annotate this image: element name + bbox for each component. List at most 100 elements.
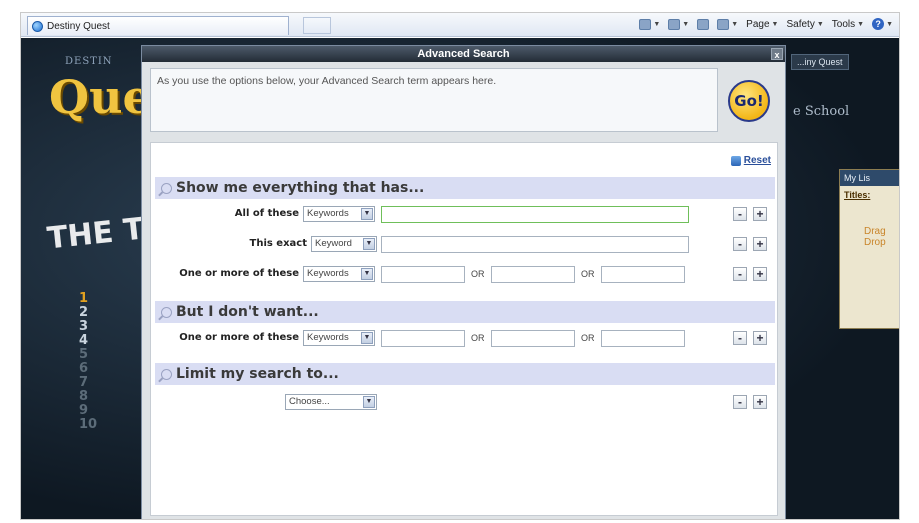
- search-icon: [161, 306, 172, 318]
- section-dont-want: But I don't want...: [155, 301, 775, 323]
- or-label: OR: [581, 333, 595, 343]
- bg-rank[interactable]: 8: [79, 390, 97, 404]
- row-limit: Choose... ▼ - +: [155, 393, 775, 413]
- bg-rank[interactable]: 5: [79, 348, 97, 362]
- bg-drag-drop-hint: Drag Drop: [864, 226, 886, 248]
- exclude-one-or-more-label: One or more of these: [179, 332, 299, 343]
- bg-rank[interactable]: 3: [79, 320, 97, 334]
- remove-row-button[interactable]: -: [733, 331, 747, 345]
- or-label: OR: [471, 333, 485, 343]
- section-limit: Limit my search to...: [155, 363, 775, 385]
- search-icon: [161, 182, 172, 194]
- browser-tab-title: Destiny Quest: [47, 20, 110, 32]
- command-bar: ▼ ▼ ▼ Page ▼ Safety ▼ Tools ▼ ? ▼: [639, 18, 893, 30]
- remove-row-button[interactable]: -: [733, 237, 747, 251]
- section-has-title: Show me everything that has...: [176, 180, 425, 196]
- row-all-of-these: All of these Keywords ▼ - +: [155, 205, 775, 225]
- add-row-button[interactable]: +: [753, 331, 767, 345]
- exclude-input-2[interactable]: [491, 330, 575, 347]
- bg-rank[interactable]: 6: [79, 362, 97, 376]
- add-row-button[interactable]: +: [753, 267, 767, 281]
- remove-row-button[interactable]: -: [733, 267, 747, 281]
- all-of-these-type-select[interactable]: Keywords ▼: [303, 206, 375, 222]
- print-icon: [717, 18, 730, 30]
- page-menu[interactable]: Page ▼: [746, 19, 778, 30]
- reset-label: Reset: [743, 155, 771, 166]
- bg-rank[interactable]: 10: [79, 418, 97, 432]
- dialog-title: Advanced Search: [417, 48, 510, 60]
- one-or-more-input-3[interactable]: [601, 266, 685, 283]
- bg-rank[interactable]: 7: [79, 376, 97, 390]
- exclude-type-select[interactable]: Keywords ▼: [303, 330, 375, 346]
- close-button[interactable]: x: [771, 48, 783, 60]
- limit-choose-select[interactable]: Choose... ▼: [285, 394, 377, 410]
- exclude-input-3[interactable]: [601, 330, 685, 347]
- add-row-button[interactable]: +: [753, 395, 767, 409]
- add-row-button[interactable]: +: [753, 237, 767, 251]
- home-icon: [639, 18, 652, 30]
- chevron-down-icon: ▼: [361, 208, 373, 220]
- chevron-down-icon: ▼: [363, 396, 375, 408]
- or-label: OR: [581, 269, 595, 279]
- search-options-panel: Reset Show me everything that has... All…: [150, 142, 778, 516]
- bg-my-list-panel: My Lis Titles: Drag Drop: [839, 169, 899, 329]
- one-or-more-input-1[interactable]: [381, 266, 465, 283]
- section-has: Show me everything that has...: [155, 177, 775, 199]
- row-this-exact: This exact Keyword ▼ - +: [155, 235, 775, 255]
- print-button[interactable]: ▼: [717, 18, 738, 30]
- ie-icon: [32, 20, 43, 32]
- advanced-search-dialog: Advanced Search x As you use the options…: [141, 45, 786, 519]
- bg-quest-tab[interactable]: ...iny Quest: [791, 54, 849, 70]
- help-menu[interactable]: ? ▼: [872, 18, 893, 30]
- browser-tab[interactable]: Destiny Quest: [27, 16, 289, 35]
- bg-brand-large: Que: [49, 70, 152, 124]
- mail-icon: [697, 18, 710, 30]
- all-of-these-input[interactable]: [381, 206, 689, 223]
- or-label: OR: [471, 269, 485, 279]
- tools-menu[interactable]: Tools ▼: [832, 19, 864, 30]
- chevron-down-icon: ▼: [361, 268, 373, 280]
- bg-rank-list: 1 2 3 4 5 6 7 8 9 10: [79, 292, 97, 432]
- reset-icon: [730, 155, 741, 166]
- feeds-icon: [668, 18, 681, 30]
- bg-my-list-header: My Lis: [840, 170, 899, 186]
- section-limit-title: Limit my search to...: [176, 366, 339, 382]
- one-or-more-label: One or more of these: [179, 268, 299, 279]
- mail-button[interactable]: [697, 18, 710, 30]
- bg-right-tabs: ...iny Quest: [791, 54, 849, 70]
- add-row-button[interactable]: +: [753, 207, 767, 221]
- chevron-down-icon: ▼: [361, 332, 373, 344]
- bg-school-name: e School: [793, 104, 850, 119]
- home-button[interactable]: ▼: [639, 18, 660, 30]
- bg-rank[interactable]: 4: [79, 334, 97, 348]
- one-or-more-input-2[interactable]: [491, 266, 575, 283]
- dialog-title-bar: Advanced Search x: [142, 46, 785, 62]
- search-icon: [161, 368, 172, 380]
- safety-menu[interactable]: Safety ▼: [786, 19, 823, 30]
- bg-rank[interactable]: 1: [79, 292, 97, 306]
- bg-brand-small: DESTIN: [65, 56, 113, 67]
- all-of-these-label: All of these: [234, 208, 299, 219]
- remove-row-button[interactable]: -: [733, 395, 747, 409]
- browser-toolbar: Destiny Quest ▼ ▼ ▼ Page ▼ Safety ▼ Tools ▼…: [21, 13, 899, 37]
- new-tab-button[interactable]: [303, 17, 331, 34]
- this-exact-label: This exact: [249, 238, 308, 249]
- section-dont-want-title: But I don't want...: [176, 304, 319, 320]
- chevron-down-icon: ▼: [363, 238, 375, 250]
- one-or-more-type-select[interactable]: Keywords ▼: [303, 266, 375, 282]
- bg-rank[interactable]: 2: [79, 306, 97, 320]
- this-exact-input[interactable]: [381, 236, 689, 253]
- screenshot-frame: Destiny Quest ▼ ▼ ▼ Page ▼ Safety ▼ Tools ▼…: [20, 12, 900, 520]
- remove-row-button[interactable]: -: [733, 207, 747, 221]
- exclude-input-1[interactable]: [381, 330, 465, 347]
- feeds-button[interactable]: ▼: [668, 18, 689, 30]
- row-one-or-more: One or more of these Keywords ▼ OR OR - +: [155, 265, 775, 285]
- this-exact-type-select[interactable]: Keyword ▼: [311, 236, 377, 252]
- row-exclude-one-or-more: One or more of these Keywords ▼ OR OR - +: [155, 329, 775, 349]
- reset-link[interactable]: Reset: [730, 155, 771, 166]
- bg-my-list-titles[interactable]: Titles:: [840, 186, 899, 204]
- go-button[interactable]: Go!: [728, 80, 770, 122]
- bg-rank[interactable]: 9: [79, 404, 97, 418]
- search-term-hint: As you use the options below, your Advan…: [157, 75, 497, 87]
- help-icon: ?: [872, 18, 885, 30]
